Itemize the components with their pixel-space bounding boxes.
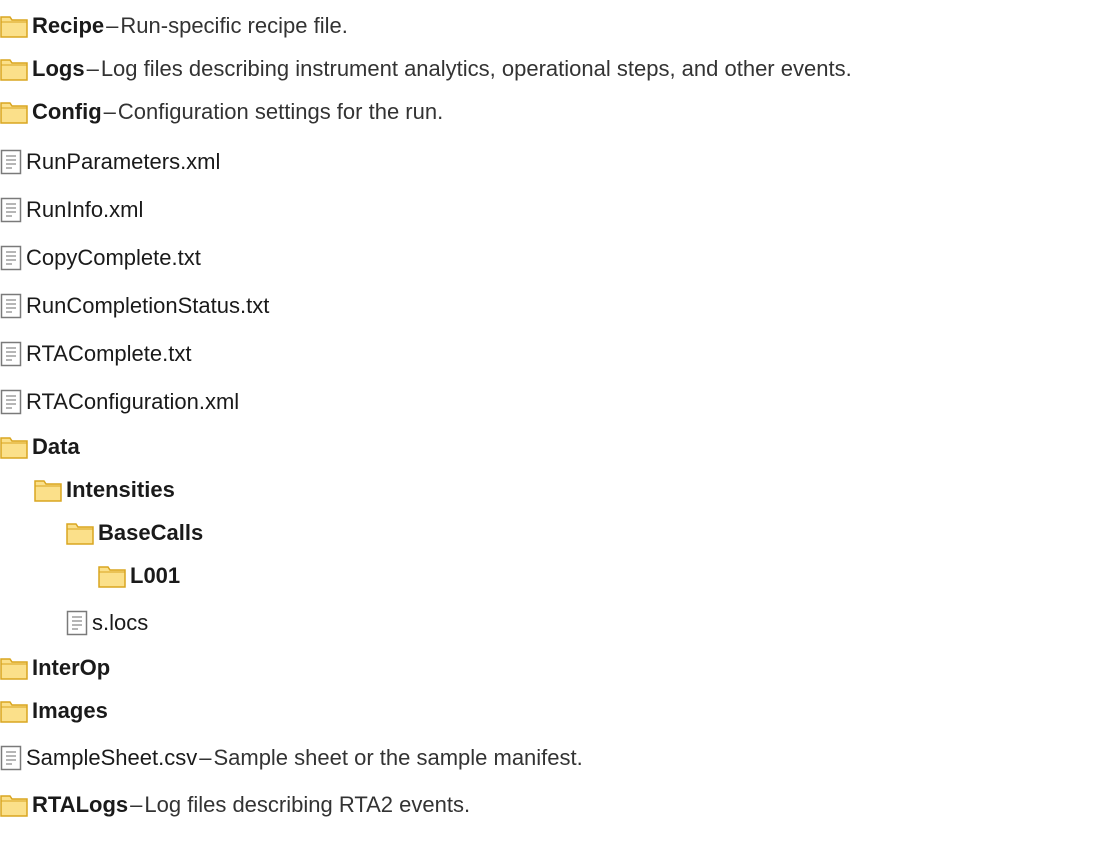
file-icon [0, 197, 22, 223]
item-description: Configuration settings for the run. [117, 99, 444, 124]
item-name: RTALogs [32, 792, 129, 817]
file-icon [0, 389, 22, 415]
folder-icon [0, 56, 28, 82]
tree-item-rtalogs[interactable]: RTALogs – Log files describing RTA2 even… [0, 787, 470, 823]
item-dash: – [130, 792, 143, 817]
item-description: Log files describing RTA2 events. [144, 792, 471, 817]
tree-item-runcompletionstatus[interactable]: RunCompletionStatus.txt [0, 288, 269, 324]
tree-item-rtacomplete[interactable]: RTAComplete.txt [0, 336, 191, 372]
item-name: CopyComplete.txt [26, 245, 201, 270]
item-name: InterOp [32, 655, 111, 680]
tree-item-images[interactable]: Images [0, 693, 108, 729]
folder-icon [66, 520, 94, 546]
tree-item-l001[interactable]: L001 [98, 558, 180, 594]
item-description: Sample sheet or the sample manifest. [213, 745, 583, 770]
item-name: SampleSheet.csv [26, 745, 198, 770]
tree-item-runinfo[interactable]: RunInfo.xml [0, 192, 143, 228]
item-name: Recipe [32, 13, 105, 38]
folder-icon [34, 477, 62, 503]
item-dash: – [103, 99, 116, 124]
item-dash: – [106, 13, 119, 38]
file-icon [0, 149, 22, 175]
item-name: Logs [32, 56, 85, 81]
file-icon [0, 341, 22, 367]
tree-item-interop[interactable]: InterOp [0, 650, 110, 686]
item-dash: – [86, 56, 99, 81]
tree-item-config[interactable]: Config – Configuration settings for the … [0, 94, 443, 130]
tree-item-recipe[interactable]: Recipe – Run-specific recipe file. [0, 8, 348, 44]
item-dash: – [199, 745, 212, 770]
item-name: s.locs [92, 610, 149, 635]
item-name: Config [32, 99, 102, 124]
tree-item-slocs[interactable]: s.locs [66, 605, 148, 641]
folder-icon [0, 13, 28, 39]
item-name: RTAComplete.txt [26, 341, 192, 366]
folder-icon [0, 434, 28, 460]
item-name: RunInfo.xml [26, 197, 144, 222]
file-icon [0, 745, 22, 771]
item-name: RunCompletionStatus.txt [26, 293, 270, 318]
folder-icon [0, 655, 28, 681]
tree-item-logs[interactable]: Logs – Log files describing instrument a… [0, 51, 852, 87]
tree-item-intensities[interactable]: Intensities [34, 472, 175, 508]
item-name: RTAConfiguration.xml [26, 389, 240, 414]
folder-icon [0, 698, 28, 724]
item-name: RunParameters.xml [26, 149, 221, 174]
tree-item-samplesheet[interactable]: SampleSheet.csv – Sample sheet or the sa… [0, 740, 583, 776]
file-icon [0, 245, 22, 271]
item-name: Images [32, 698, 108, 723]
item-description: Log files describing instrument analytic… [100, 56, 852, 81]
item-description: Run-specific recipe file. [120, 13, 348, 38]
tree-item-runparameters[interactable]: RunParameters.xml [0, 144, 220, 180]
tree-item-basecalls[interactable]: BaseCalls [66, 515, 203, 551]
folder-icon [0, 99, 28, 125]
folder-icon [98, 563, 126, 589]
tree-item-copycomplete[interactable]: CopyComplete.txt [0, 240, 201, 276]
file-icon [0, 293, 22, 319]
item-name: Intensities [66, 477, 175, 502]
tree-item-rtaconfiguration[interactable]: RTAConfiguration.xml [0, 384, 239, 420]
item-name: BaseCalls [98, 520, 204, 545]
item-name: L001 [130, 563, 181, 588]
file-icon [66, 610, 88, 636]
tree-item-data[interactable]: Data [0, 429, 80, 465]
item-name: Data [32, 434, 80, 459]
folder-icon [0, 792, 28, 818]
